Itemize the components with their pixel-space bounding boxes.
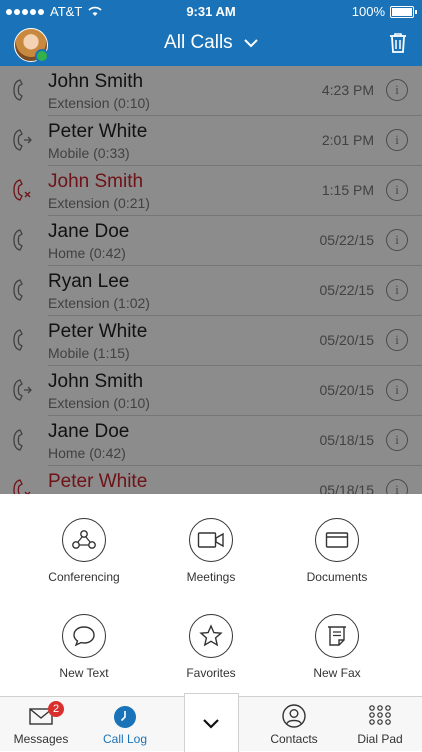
tab-label: Dial Pad xyxy=(357,732,403,746)
action-label: New Text xyxy=(59,666,109,680)
action-label: Documents xyxy=(306,570,368,584)
star-icon xyxy=(199,624,223,647)
new-text-button[interactable]: New Text xyxy=(14,614,154,680)
trash-icon[interactable] xyxy=(388,32,408,59)
video-camera-icon xyxy=(197,532,224,548)
tab-call-log[interactable]: Call Log xyxy=(82,697,168,751)
tab-bar: 2 Messages Call Log Contacts Dial Pad xyxy=(0,693,422,752)
chevron-down-icon xyxy=(244,32,258,54)
navigation-bar: All Calls xyxy=(0,22,422,66)
battery-percent: 100% xyxy=(351,4,385,19)
documents-button[interactable]: Documents xyxy=(267,518,407,584)
dial-pad-icon xyxy=(369,705,391,725)
tab-label: Messages xyxy=(13,732,69,746)
meetings-button[interactable]: Meetings xyxy=(141,518,281,584)
favorites-button[interactable]: Favorites xyxy=(141,614,281,680)
fax-icon xyxy=(328,626,346,646)
tab-label: Call Log xyxy=(102,732,148,746)
status-bar: AT&T 9:31 AM 100% xyxy=(0,0,422,22)
action-label: Meetings xyxy=(186,570,236,584)
chat-bubble-icon xyxy=(73,626,95,647)
contact-icon xyxy=(282,704,306,728)
battery-icon xyxy=(390,5,417,18)
unread-badge: 2 xyxy=(48,701,64,717)
call-filter-dropdown[interactable]: All Calls xyxy=(0,32,422,54)
clock-icon xyxy=(114,706,136,728)
conferencing-icon xyxy=(72,530,96,549)
tab-label: Contacts xyxy=(270,732,318,746)
quick-actions-sheet: Conferencing Meetings Documents New Text… xyxy=(0,494,422,696)
dim-overlay[interactable] xyxy=(0,66,422,494)
collapse-menu-button[interactable] xyxy=(184,693,239,752)
action-label: Favorites xyxy=(186,666,236,680)
conferencing-button[interactable]: Conferencing xyxy=(14,518,154,584)
chevron-down-icon xyxy=(203,719,219,729)
action-label: Conferencing xyxy=(48,570,120,584)
page-title: All Calls xyxy=(164,32,233,53)
tab-dial-pad[interactable]: Dial Pad xyxy=(338,697,422,751)
tab-messages[interactable]: 2 Messages xyxy=(0,697,82,751)
action-label: New Fax xyxy=(313,666,361,680)
new-fax-button[interactable]: New Fax xyxy=(267,614,407,680)
folder-icon xyxy=(325,532,349,548)
tab-contacts[interactable]: Contacts xyxy=(250,697,338,751)
